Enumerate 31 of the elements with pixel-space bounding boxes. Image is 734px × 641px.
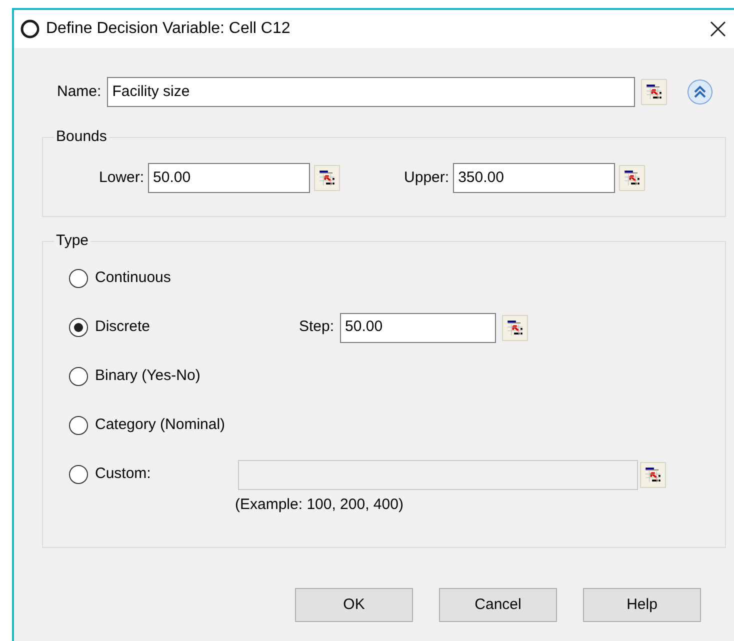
radio-button[interactable]	[69, 465, 88, 484]
bound-label: Lower:	[99, 168, 144, 188]
radio-label[interactable]: Discrete	[95, 316, 150, 339]
cell-reference-icon[interactable]	[641, 79, 668, 105]
radio-button[interactable]	[69, 269, 88, 288]
radio-label[interactable]: Continuous	[95, 267, 171, 290]
radio-button[interactable]	[69, 318, 88, 337]
example-hint: (Example: 100, 200, 400)	[235, 495, 404, 515]
text-field[interactable]: 50.00	[340, 312, 496, 342]
dialog-button[interactable]: Help	[583, 588, 701, 622]
bound-label: Upper:	[404, 168, 450, 188]
step-label: Step:	[299, 317, 334, 338]
radio-button[interactable]	[69, 367, 88, 386]
close-icon[interactable]	[710, 21, 726, 37]
text-field[interactable]: 50.00	[148, 163, 310, 193]
dialog-button[interactable]: OK	[295, 588, 413, 622]
radio-button[interactable]	[69, 416, 88, 435]
cell-reference-icon[interactable]	[640, 462, 666, 488]
name-label: Name:	[57, 82, 102, 102]
text-field[interactable]: Facility size	[107, 77, 636, 107]
cell-reference-icon[interactable]	[502, 314, 528, 340]
radio-label[interactable]: Custom:	[95, 463, 151, 486]
radio-label[interactable]: Binary (Yes-No)	[95, 365, 200, 388]
cell-reference-icon[interactable]	[314, 165, 340, 191]
text-field[interactable]: 350.00	[453, 163, 616, 193]
dialog-button[interactable]: Cancel	[439, 588, 557, 622]
collapse-icon[interactable]	[687, 79, 714, 105]
cell-reference-icon[interactable]	[619, 165, 646, 191]
app-logo-icon	[20, 19, 40, 39]
window-title: Define Decision Variable: Cell C12	[46, 19, 290, 39]
radio-label[interactable]: Category (Nominal)	[95, 414, 226, 437]
